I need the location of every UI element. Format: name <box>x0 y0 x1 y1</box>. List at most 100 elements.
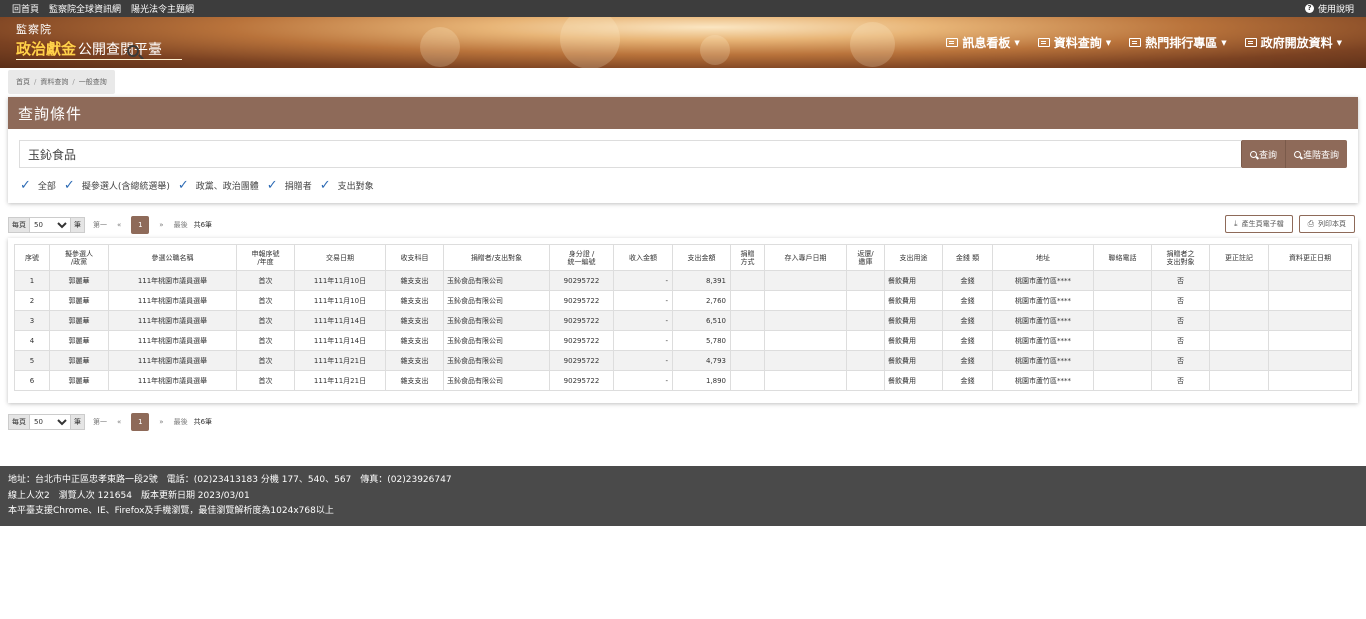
table-cell: 8,391 <box>672 270 731 291</box>
check-label: 全部 <box>37 182 56 192</box>
table-cell: 桃園市蘆竹區**** <box>992 350 1094 371</box>
search-button[interactable]: 查詢 <box>1240 140 1285 168</box>
nav-item-open-data[interactable]: 政府開放資料 ▼ <box>1244 34 1342 51</box>
table-cell: 餐飲費用 <box>884 350 943 371</box>
checkmark-icon: ✓ <box>177 177 189 193</box>
table-cell: 4,793 <box>672 350 731 371</box>
table-cell: 否 <box>1151 350 1210 371</box>
per-page-unit: 筆 <box>70 414 85 430</box>
bokeh-decoration <box>420 27 460 67</box>
table-cell <box>1209 330 1269 351</box>
table-cell: 5,780 <box>672 330 731 351</box>
table-cell: 111年11月10日 <box>294 270 386 291</box>
table-cell: 6,510 <box>672 310 731 331</box>
magnifier-icon <box>127 45 139 57</box>
table-cell: 111年桃園市議員選舉 <box>108 350 237 371</box>
advanced-search-button[interactable]: 進階查詢 <box>1284 140 1347 168</box>
breadcrumb-current: 一般查詢 <box>78 78 107 86</box>
logo-underline <box>16 59 182 60</box>
table-cell: 2,760 <box>672 290 731 311</box>
table-cell <box>1093 270 1152 291</box>
table-cell <box>1093 330 1152 351</box>
check-all[interactable]: ✓ 全部 <box>20 179 56 193</box>
print-button[interactable]: ⎙ 列印本頁 <box>1298 215 1355 233</box>
nav-item-query[interactable]: 資料查詢 ▼ <box>1037 34 1111 51</box>
last-page-link[interactable]: 最後 <box>174 417 188 427</box>
table-row[interactable]: 5 郭麗華 111年桃園市議員選舉 首次 111年11月21日 雜支支出 玉鈊食品有限公司 9… <box>14 350 1352 371</box>
table-row[interactable]: 4 郭麗華 111年桃園市議員選舉 首次 111年11月14日 雜支支出 玉鈊食品有限公司 9… <box>14 330 1352 351</box>
search-row: 查詢 進階查詢 <box>19 140 1347 168</box>
check-donors[interactable]: ✓ 捐贈者 <box>266 177 312 193</box>
help-link[interactable]: ? 使用說明 <box>1304 2 1354 15</box>
next-page-link[interactable]: » <box>159 221 163 229</box>
top-utility-bar: 回首頁 監察院全球資訊網 陽光法令主題網 ? 使用說明 <box>0 0 1366 17</box>
export-button[interactable]: ⤓ 產生頁電子檔 <box>1225 215 1293 233</box>
table-cell: 郭麗華 <box>49 330 109 351</box>
table-cell: - <box>613 330 673 351</box>
table-row[interactable]: 6 郭麗華 111年桃園市議員選舉 首次 111年11月21日 雜支支出 玉鈊食品有限公司 9… <box>14 370 1352 391</box>
table-cell: - <box>613 290 673 311</box>
check-payees[interactable]: ✓ 支出對象 <box>320 179 374 193</box>
check-candidates[interactable]: ✓ 擬參選人(含總統選舉) <box>64 179 170 193</box>
cy-global-site-link[interactable]: 監察院全球資訊網 <box>49 2 121 15</box>
caret-down-icon: ▼ <box>1014 38 1020 47</box>
per-page-select[interactable]: 50 <box>30 217 70 233</box>
footer-address: 地址：台北市中正區忠孝東路一段2號 電話：(02)23413183 分機 177… <box>8 475 452 485</box>
table-cell: 雜支支出 <box>385 350 444 371</box>
breadcrumb: 首頁 / 資料查詢 / 一般查詢 <box>8 70 115 94</box>
table-cell: 111年桃園市議員選舉 <box>108 330 237 351</box>
table-cell <box>1268 290 1352 311</box>
question-icon: ? <box>1304 4 1314 13</box>
search-input[interactable] <box>19 140 1241 168</box>
column-header: 捐贈 方式 <box>730 244 765 271</box>
table-cell: 111年11月21日 <box>294 370 386 391</box>
table-cell: 111年11月14日 <box>294 310 386 331</box>
nav-label: 熱門排行專區 <box>1145 36 1218 50</box>
footer-browser-note: 本平臺支援Chrome、IE、Firefox及手機瀏覽，最佳瀏覽解析度為1024… <box>8 506 334 516</box>
table-cell: 90295722 <box>549 330 614 351</box>
nav-item-ranking[interactable]: 熱門排行專區 ▼ <box>1129 34 1227 51</box>
toolbar: ⤓ 產生頁電子檔 ⎙ 列印本頁 <box>1225 215 1355 233</box>
first-page-link[interactable]: 第一 <box>93 417 107 427</box>
table-header-row: 序號 擬參選人 /政黨 參選公職名稱 申報序號 /年度 交易日期 收支科目 捐贈者/支出對象… <box>14 244 1352 271</box>
last-page-link[interactable]: 最後 <box>174 220 188 230</box>
check-parties[interactable]: ✓ 政黨、政治團體 <box>177 177 259 193</box>
home-link[interactable]: 回首頁 <box>12 2 39 15</box>
column-header: 捐贈者之 支出對象 <box>1151 244 1210 271</box>
next-page-link[interactable]: » <box>159 418 163 426</box>
breadcrumb-query[interactable]: 資料查詢 <box>40 77 68 87</box>
table-cell <box>846 270 885 291</box>
checkmark-icon: ✓ <box>266 177 278 193</box>
table-row[interactable]: 3 郭麗華 111年桃園市議員選舉 首次 111年11月14日 雜支支出 玉鈊食品有限公司 9… <box>14 310 1352 331</box>
table-cell <box>764 370 847 391</box>
total-count: 共6筆 <box>193 221 213 229</box>
prev-page-link[interactable]: « <box>117 221 121 229</box>
header-banner: 監察院 政治獻金 公開查閱平臺 訊息看板 ▼ 資料查詢 ▼ 熱門排行專區 ▼ 政… <box>0 17 1366 68</box>
table-cell: 2 <box>14 290 50 311</box>
nav-label: 政府開放資料 <box>1260 36 1333 50</box>
site-logo[interactable]: 監察院 政治獻金 公開查閱平臺 <box>16 21 186 63</box>
table-cell: 郭麗華 <box>49 370 109 391</box>
sunshine-law-link[interactable]: 陽光法令主題網 <box>131 2 194 15</box>
prev-page-link[interactable]: « <box>117 418 121 426</box>
column-header: 存入專戶日期 <box>764 244 847 271</box>
table-cell <box>764 310 847 331</box>
table-cell: 6 <box>14 370 50 391</box>
column-header: 聯絡電話 <box>1093 244 1152 271</box>
table-cell: 111年桃園市議員選舉 <box>108 290 237 311</box>
current-page[interactable]: 1 <box>131 413 150 431</box>
table-cell <box>730 310 765 331</box>
first-page-link[interactable]: 第一 <box>93 220 107 230</box>
total-count: 共6筆 <box>193 418 213 426</box>
pager-bottom: 每頁 50 筆 第一 « 1 » 最後 共6筆 <box>8 413 212 431</box>
table-cell: 90295722 <box>549 270 614 291</box>
table-row[interactable]: 1 郭麗華 111年桃園市議員選舉 首次 111年11月10日 雜支支出 玉鈊食品有限公司 9… <box>14 270 1352 291</box>
per-page-select[interactable]: 50 <box>30 414 70 430</box>
current-page[interactable]: 1 <box>131 216 150 234</box>
nav-item-news[interactable]: 訊息看板 ▼ <box>946 34 1020 51</box>
table-cell: 否 <box>1151 310 1210 331</box>
table-row[interactable]: 2 郭麗華 111年桃園市議員選舉 首次 111年11月10日 雜支支出 玉鈊食品有限公司 9… <box>14 290 1352 311</box>
breadcrumb-home[interactable]: 首頁 <box>16 77 30 87</box>
table-cell: 郭麗華 <box>49 270 109 291</box>
board-icon <box>1037 38 1050 47</box>
